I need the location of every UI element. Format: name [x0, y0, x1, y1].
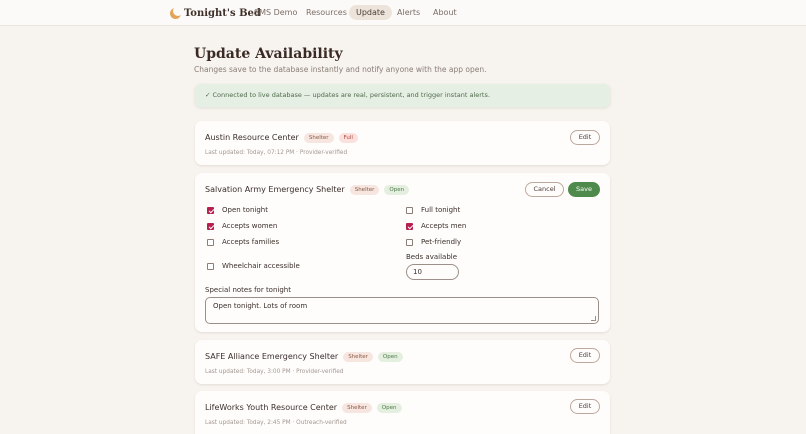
resource-name: SAFE Alliance Emergency Shelter — [205, 352, 339, 361]
checkbox-label: Accepts women — [222, 222, 278, 230]
resource-card-salvation-army: Salvation Army Emergency Shelter Shelter… — [195, 173, 610, 332]
card-header: Salvation Army Emergency Shelter Shelter… — [205, 184, 414, 195]
edit-button[interactable]: Edit — [570, 130, 600, 145]
checkbox-full-tonight[interactable]: Full tonight — [406, 206, 460, 214]
checkbox-checked-icon[interactable] — [406, 222, 413, 230]
checkbox-label: Open tonight — [222, 206, 268, 214]
resource-card-safe-alliance: SAFE Alliance Emergency Shelter Shelter … — [195, 340, 610, 384]
checkbox-empty-icon[interactable] — [207, 262, 214, 270]
nav-resources[interactable]: Resources — [299, 5, 354, 20]
last-updated: Last updated: Today, 07:12 PM · Provider… — [205, 150, 348, 156]
checkbox-label: Full tonight — [421, 206, 461, 214]
resource-card-austin: Austin Resource Center Shelter Full Last… — [195, 121, 610, 165]
checkbox-empty-icon[interactable] — [207, 238, 214, 246]
type-badge: Shelter — [343, 351, 373, 362]
status-badge: Full — [338, 132, 358, 143]
status-badge: Open — [384, 184, 410, 195]
status-badge: Open — [377, 351, 403, 362]
type-badge: Shelter — [303, 132, 334, 143]
resource-card-lifeworks: LifeWorks Youth Resource Center Shelter … — [195, 391, 610, 434]
checkbox-accepts-women[interactable]: Accepts women — [207, 222, 277, 230]
special-notes-value: Open tonight. Lots of room — [213, 302, 308, 310]
beds-available-input[interactable]: 10 — [406, 264, 459, 280]
nav-sms-demo[interactable]: SMS Demo — [247, 5, 304, 20]
checkbox-checked-icon[interactable] — [207, 206, 214, 214]
page-subtitle: Changes save to the database instantly a… — [194, 65, 487, 74]
special-notes-textarea[interactable]: Open tonight. Lots of room — [205, 297, 599, 324]
special-notes-label: Special notes for tonight — [205, 286, 291, 294]
checkbox-empty-icon[interactable] — [406, 238, 413, 246]
nav-alerts[interactable]: Alerts — [390, 5, 427, 20]
page-title: Update Availability — [194, 46, 343, 62]
cancel-button[interactable]: Cancel — [525, 182, 564, 197]
last-updated: Last updated: Today, 2:45 PM · Outreach-… — [205, 420, 347, 426]
resource-name: LifeWorks Youth Resource Center — [205, 403, 338, 412]
top-nav: Tonight's Bed SMS Demo Resources Update … — [0, 0, 806, 26]
checkbox-empty-icon[interactable] — [406, 206, 413, 214]
checkbox-pet-friendly[interactable]: Pet-friendly — [406, 238, 461, 246]
beds-available-label: Beds available — [406, 253, 458, 261]
nav-about[interactable]: About — [426, 5, 464, 20]
card-header: SAFE Alliance Emergency Shelter Shelter … — [205, 351, 408, 362]
checkbox-label: Accepts families — [222, 238, 280, 246]
checkbox-label: Accepts men — [421, 222, 467, 230]
checkbox-wheelchair-accessible[interactable]: Wheelchair accessible — [207, 262, 300, 270]
edit-button[interactable]: Edit — [570, 348, 600, 363]
resize-handle-icon[interactable] — [591, 316, 596, 321]
moon-icon — [170, 5, 183, 19]
nav-update[interactable]: Update — [349, 5, 392, 20]
type-badge: Shelter — [349, 184, 380, 195]
checkbox-accepts-men[interactable]: Accepts men — [406, 222, 466, 230]
checkbox-label: Wheelchair accessible — [222, 262, 300, 270]
checkbox-label: Pet-friendly — [421, 238, 462, 246]
status-badge: Open — [376, 402, 402, 413]
resource-name: Salvation Army Emergency Shelter — [205, 185, 345, 194]
card-header: Austin Resource Center Shelter Full — [205, 132, 363, 143]
card-header: LifeWorks Youth Resource Center Shelter … — [205, 402, 407, 413]
checkbox-checked-icon[interactable] — [207, 222, 214, 230]
edit-button[interactable]: Edit — [570, 399, 600, 414]
last-updated: Last updated: Today, 3:00 PM · Provider-… — [205, 369, 344, 375]
connection-banner: ✓ Connected to live database — updates a… — [195, 84, 610, 107]
checkbox-accepts-families[interactable]: Accepts families — [207, 238, 279, 246]
type-badge: Shelter — [342, 402, 372, 413]
save-button[interactable]: Save — [568, 182, 600, 197]
resource-name: Austin Resource Center — [205, 133, 299, 142]
checkbox-open-tonight[interactable]: Open tonight — [207, 206, 268, 214]
